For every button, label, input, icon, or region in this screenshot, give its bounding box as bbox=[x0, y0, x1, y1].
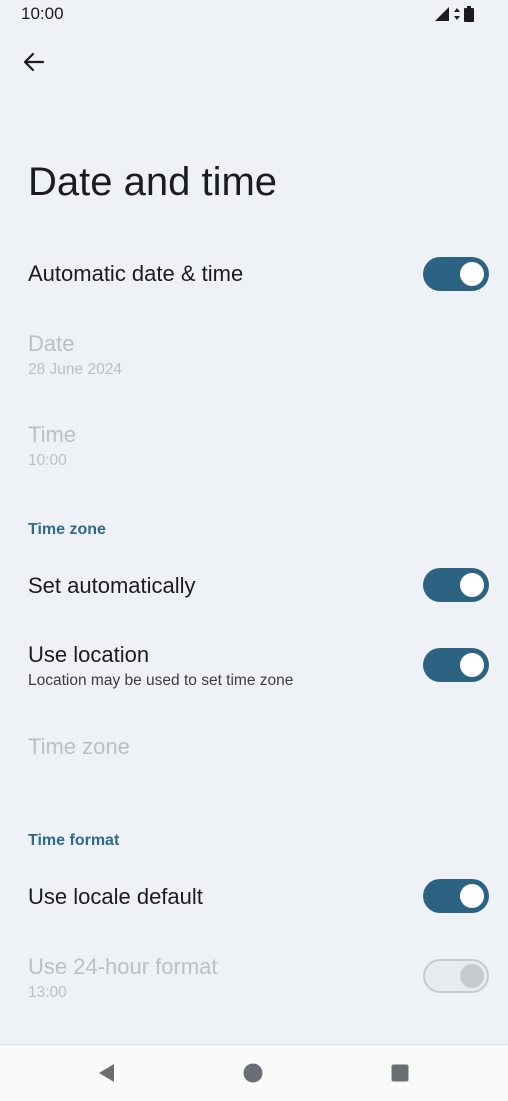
nav-home-button[interactable] bbox=[239, 1059, 267, 1087]
circle-home-icon bbox=[243, 1063, 263, 1083]
status-icons bbox=[434, 6, 474, 22]
back-button[interactable] bbox=[14, 42, 54, 82]
toggle-knob bbox=[460, 262, 484, 286]
nav-back-button[interactable] bbox=[92, 1059, 120, 1087]
setting-title: Date bbox=[28, 331, 75, 356]
navigation-bar bbox=[0, 1044, 508, 1101]
data-arrows-icon bbox=[454, 8, 460, 20]
setting-title: Use location bbox=[28, 642, 150, 667]
setting-set-automatically[interactable]: Set automatically bbox=[0, 561, 508, 609]
setting-use-location[interactable]: Use location Location may be used to set… bbox=[0, 640, 508, 696]
setting-automatic-date-time[interactable]: Automatic date & time bbox=[0, 250, 508, 298]
setting-use-24-hour-format: Use 24-hour format 13:00 bbox=[0, 952, 508, 1008]
section-header-time-format: Time format bbox=[28, 832, 120, 849]
use-location-toggle[interactable] bbox=[423, 648, 489, 682]
toggle-knob bbox=[460, 573, 484, 597]
triangle-back-icon bbox=[99, 1064, 114, 1082]
setting-date: Date 28 June 2024 bbox=[0, 330, 508, 386]
battery-icon bbox=[464, 6, 474, 22]
setting-title: Set automatically bbox=[28, 573, 196, 598]
status-bar: 10:00 bbox=[0, 0, 508, 28]
set-automatically-toggle[interactable] bbox=[423, 568, 489, 602]
square-recents-icon bbox=[391, 1064, 409, 1082]
setting-title: Automatic date & time bbox=[28, 261, 244, 286]
setting-time: Time 10:00 bbox=[0, 421, 508, 477]
status-time: 10:00 bbox=[21, 4, 64, 23]
setting-use-locale-default[interactable]: Use locale default bbox=[0, 872, 508, 920]
setting-title: Use 24-hour format bbox=[28, 954, 218, 979]
setting-time-zone: Time zone bbox=[0, 732, 508, 772]
section-header-time-zone: Time zone bbox=[28, 521, 106, 538]
setting-title: Use locale default bbox=[28, 884, 203, 909]
setting-subtitle: Location may be used to set time zone bbox=[28, 672, 294, 689]
toggle-knob bbox=[460, 964, 484, 988]
cellular-signal-icon bbox=[435, 7, 449, 21]
page-title: Date and time bbox=[28, 160, 278, 204]
arrow-left-icon bbox=[23, 52, 45, 72]
toggle-knob bbox=[460, 653, 484, 677]
toggle-knob bbox=[460, 884, 484, 908]
use-locale-default-toggle[interactable] bbox=[423, 879, 489, 913]
setting-title: Time zone bbox=[28, 734, 130, 759]
setting-value: 13:00 bbox=[28, 984, 67, 1001]
automatic-date-time-toggle[interactable] bbox=[423, 257, 489, 291]
setting-value: 28 June 2024 bbox=[28, 361, 122, 378]
use-24-hour-format-toggle bbox=[423, 959, 489, 993]
nav-recents-button[interactable] bbox=[386, 1059, 414, 1087]
setting-value: 10:00 bbox=[28, 452, 67, 469]
setting-title: Time bbox=[28, 422, 77, 447]
